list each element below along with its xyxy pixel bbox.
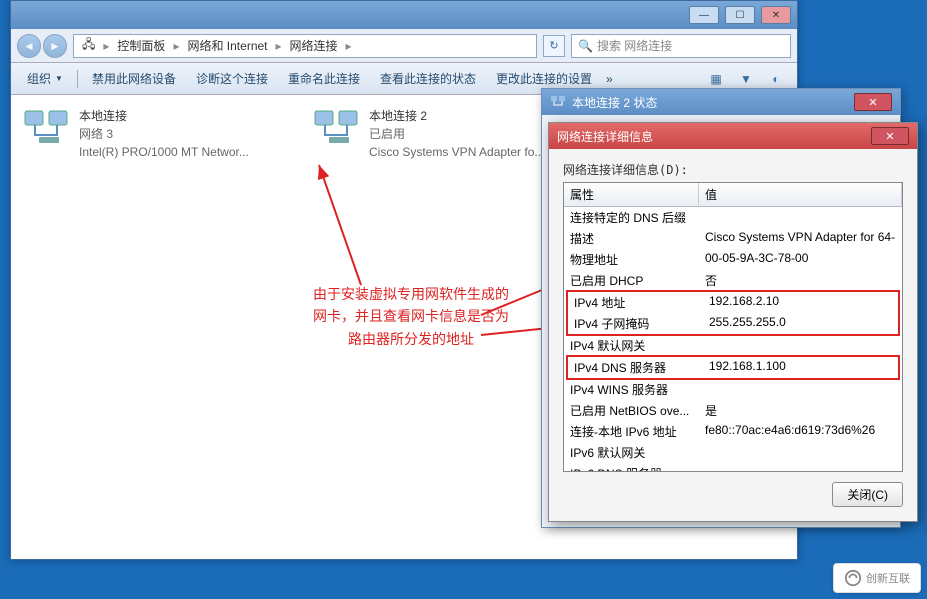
- property-key: 已启用 DHCP: [564, 271, 699, 290]
- property-key: IPv4 DNS 服务器: [568, 358, 703, 377]
- property-key: IPv4 地址: [568, 293, 703, 312]
- details-label: 网络连接详细信息(D):: [563, 161, 903, 178]
- network-adapter-icon: [313, 107, 361, 147]
- maximize-button[interactable]: ☐: [725, 6, 755, 24]
- address-row: ◄ ► 🖧 ▸ 控制面板 ▸ 网络和 Internet ▸ 网络连接 ▸ ↻ 🔍…: [11, 29, 797, 63]
- property-value: [699, 336, 902, 355]
- property-value: [699, 208, 902, 227]
- property-value: Cisco Systems VPN Adapter for 64-: [699, 229, 902, 248]
- help-icon[interactable]: ◐: [763, 68, 789, 90]
- window-titlebar: — ☐ ✕: [11, 1, 797, 29]
- property-value: fe80::70ac:e4a6:d619:73d6%26: [699, 422, 902, 441]
- property-value: 是: [699, 401, 902, 420]
- property-row[interactable]: IPv4 WINS 服务器: [564, 379, 902, 400]
- network-adapter-icon: [23, 107, 71, 147]
- property-key: IPv4 WINS 服务器: [564, 380, 699, 399]
- dialog-title: 本地连接 2 状态: [572, 94, 657, 111]
- property-value: 255.255.255.0: [703, 314, 898, 333]
- more-button[interactable]: »: [604, 68, 615, 90]
- property-row[interactable]: 描述Cisco Systems VPN Adapter for 64-: [564, 228, 902, 249]
- close-button[interactable]: 关闭(C): [832, 482, 903, 507]
- property-row[interactable]: IPv4 地址192.168.2.10: [568, 292, 898, 313]
- dialog-titlebar: 网络连接详细信息 ✕: [549, 123, 917, 149]
- property-row[interactable]: IPv6 DNS 服务器: [564, 463, 902, 472]
- annotation-arrows: [301, 135, 561, 415]
- breadcrumb-item[interactable]: 控制面板: [113, 37, 169, 54]
- dialog-title: 网络连接详细信息: [557, 128, 653, 145]
- connection-adapter: Intel(R) PRO/1000 MT Networ...: [79, 143, 249, 161]
- search-icon: 🔍: [578, 39, 593, 53]
- property-row[interactable]: 已启用 NetBIOS ove...是: [564, 400, 902, 421]
- watermark-logo-icon: [844, 569, 862, 587]
- nav-forward-button[interactable]: ►: [43, 34, 67, 58]
- col-property: 属性: [564, 183, 699, 206]
- property-key: IPv4 子网掩码: [568, 314, 703, 333]
- highlighted-group: IPv4 地址192.168.2.10IPv4 子网掩码255.255.255.…: [566, 290, 900, 336]
- dialog-close-button[interactable]: ✕: [854, 93, 892, 111]
- connection-title: 本地连接: [79, 107, 249, 125]
- nav-back-button[interactable]: ◄: [17, 34, 41, 58]
- property-key: 已启用 NetBIOS ove...: [564, 401, 699, 420]
- refresh-button[interactable]: ↻: [543, 35, 565, 57]
- breadcrumb[interactable]: 🖧 ▸ 控制面板 ▸ 网络和 Internet ▸ 网络连接 ▸: [73, 34, 537, 58]
- property-key: IPv4 默认网关: [564, 336, 699, 355]
- property-row[interactable]: IPv4 DNS 服务器192.168.1.100: [568, 357, 898, 378]
- property-value: 192.168.1.100: [703, 358, 898, 377]
- property-row[interactable]: 物理地址00-05-9A-3C-78-00: [564, 249, 902, 270]
- property-value: [699, 443, 902, 462]
- property-value: 00-05-9A-3C-78-00: [699, 250, 902, 269]
- breadcrumb-item[interactable]: 网络和 Internet: [183, 37, 271, 54]
- property-value: [699, 464, 902, 472]
- property-row[interactable]: 已启用 DHCP否: [564, 270, 902, 291]
- property-key: 描述: [564, 229, 699, 248]
- highlighted-group: IPv4 DNS 服务器192.168.1.100: [566, 355, 900, 380]
- property-value: 192.168.2.10: [703, 293, 898, 312]
- property-row[interactable]: IPv6 默认网关: [564, 442, 902, 463]
- property-key: IPv6 DNS 服务器: [564, 464, 699, 472]
- property-key: 连接-本地 IPv6 地址: [564, 422, 699, 441]
- connection-item[interactable]: 本地连接 网络 3 Intel(R) PRO/1000 MT Networ...: [23, 107, 253, 161]
- annotation-text: 由于安装虚拟专用网软件生成的网卡，并且查看网卡信息是否为路由器所分发的地址: [311, 285, 511, 352]
- connection-adapter: Cisco Systems VPN Adapter fo...: [369, 143, 544, 161]
- view-icon[interactable]: ▦: [703, 68, 729, 90]
- network-icon: [550, 94, 566, 110]
- property-row[interactable]: 连接特定的 DNS 后缀: [564, 207, 902, 228]
- property-key: IPv6 默认网关: [564, 443, 699, 462]
- diagnose-button[interactable]: 诊断这个连接: [188, 66, 276, 91]
- property-key: 连接特定的 DNS 后缀: [564, 208, 699, 227]
- property-value: [699, 380, 902, 399]
- property-row[interactable]: IPv4 默认网关: [564, 335, 902, 356]
- connection-details-dialog: 网络连接详细信息 ✕ 网络连接详细信息(D): 属性 值 连接特定的 DNS 后…: [548, 122, 918, 522]
- disable-device-button[interactable]: 禁用此网络设备: [84, 66, 184, 91]
- connection-status: 已启用: [369, 125, 544, 143]
- dialog-titlebar: 本地连接 2 状态 ✕: [542, 89, 900, 115]
- watermark: 创新互联: [833, 563, 921, 593]
- property-key: 物理地址: [564, 250, 699, 269]
- property-row[interactable]: IPv4 子网掩码255.255.255.0: [568, 313, 898, 334]
- rename-button[interactable]: 重命名此连接: [280, 66, 368, 91]
- property-list[interactable]: 属性 值 连接特定的 DNS 后缀描述Cisco Systems VPN Ada…: [563, 182, 903, 472]
- property-header: 属性 值: [564, 183, 902, 207]
- search-input[interactable]: 🔍 搜索 网络连接: [571, 34, 791, 58]
- property-value: 否: [699, 271, 902, 290]
- search-placeholder: 搜索 网络连接: [597, 37, 672, 54]
- minimize-button[interactable]: —: [689, 6, 719, 24]
- close-button[interactable]: ✕: [761, 6, 791, 24]
- connection-title: 本地连接 2: [369, 107, 544, 125]
- connection-item-selected[interactable]: 本地连接 2 已启用 Cisco Systems VPN Adapter fo.…: [313, 107, 543, 161]
- organize-menu[interactable]: 组织 ▼: [19, 66, 71, 91]
- connection-network: 网络 3: [79, 125, 249, 143]
- breadcrumb-icon: 🖧: [78, 35, 99, 56]
- breadcrumb-item[interactable]: 网络连接: [286, 37, 342, 54]
- dialog-close-button[interactable]: ✕: [871, 127, 909, 145]
- view-dropdown-icon[interactable]: ▼: [733, 68, 759, 90]
- watermark-text: 创新互联: [866, 570, 910, 586]
- view-status-button[interactable]: 查看此连接的状态: [372, 66, 484, 91]
- property-row[interactable]: 连接-本地 IPv6 地址fe80::70ac:e4a6:d619:73d6%2…: [564, 421, 902, 442]
- col-value: 值: [699, 183, 902, 206]
